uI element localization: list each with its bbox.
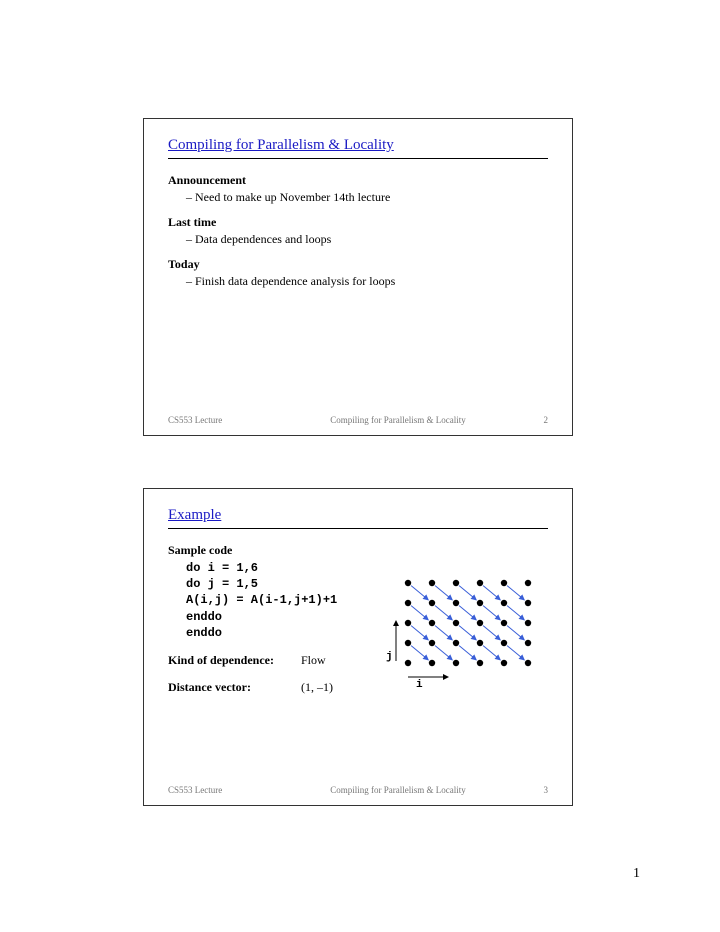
footer-right: 3 [518,785,548,795]
section-item: Data dependences and loops [186,232,548,247]
axis-label-j: j [386,651,393,663]
page-number: 1 [633,866,640,882]
section-head-sample-code: Sample code [168,543,548,558]
section-head-today: Today [168,257,548,272]
section-item: Finish data dependence analysis for loop… [186,274,548,289]
diagram-svg: j i [378,559,548,689]
slide-1: Compiling for Parallelism & Locality Ann… [143,118,573,436]
section-head-last-time: Last time [168,215,548,230]
section-item: Need to make up November 14th lecture [186,190,548,205]
footer-center: Compiling for Parallelism & Locality [278,785,518,795]
dependence-label: Kind of dependence: [168,653,298,668]
iteration-space-diagram: j i [378,559,548,689]
slide-title: Compiling for Parallelism & Locality [168,137,548,159]
section-head-announcement: Announcement [168,173,548,188]
dep-arrows [411,586,524,660]
slide-footer: CS553 Lecture Compiling for Parallelism … [168,785,548,795]
footer-left: CS553 Lecture [168,415,278,425]
footer-right: 2 [518,415,548,425]
dependence-value: Flow [301,653,326,667]
axis-label-i: i [416,679,423,689]
footer-left: CS553 Lecture [168,785,278,795]
slide-title: Example [168,507,548,529]
distance-label: Distance vector: [168,680,298,695]
slide-footer: CS553 Lecture Compiling for Parallelism … [168,415,548,425]
footer-center: Compiling for Parallelism & Locality [278,415,518,425]
distance-value: (1, –1) [301,680,333,694]
slide-2: Example Sample code do i = 1,6 do j = 1,… [143,488,573,806]
